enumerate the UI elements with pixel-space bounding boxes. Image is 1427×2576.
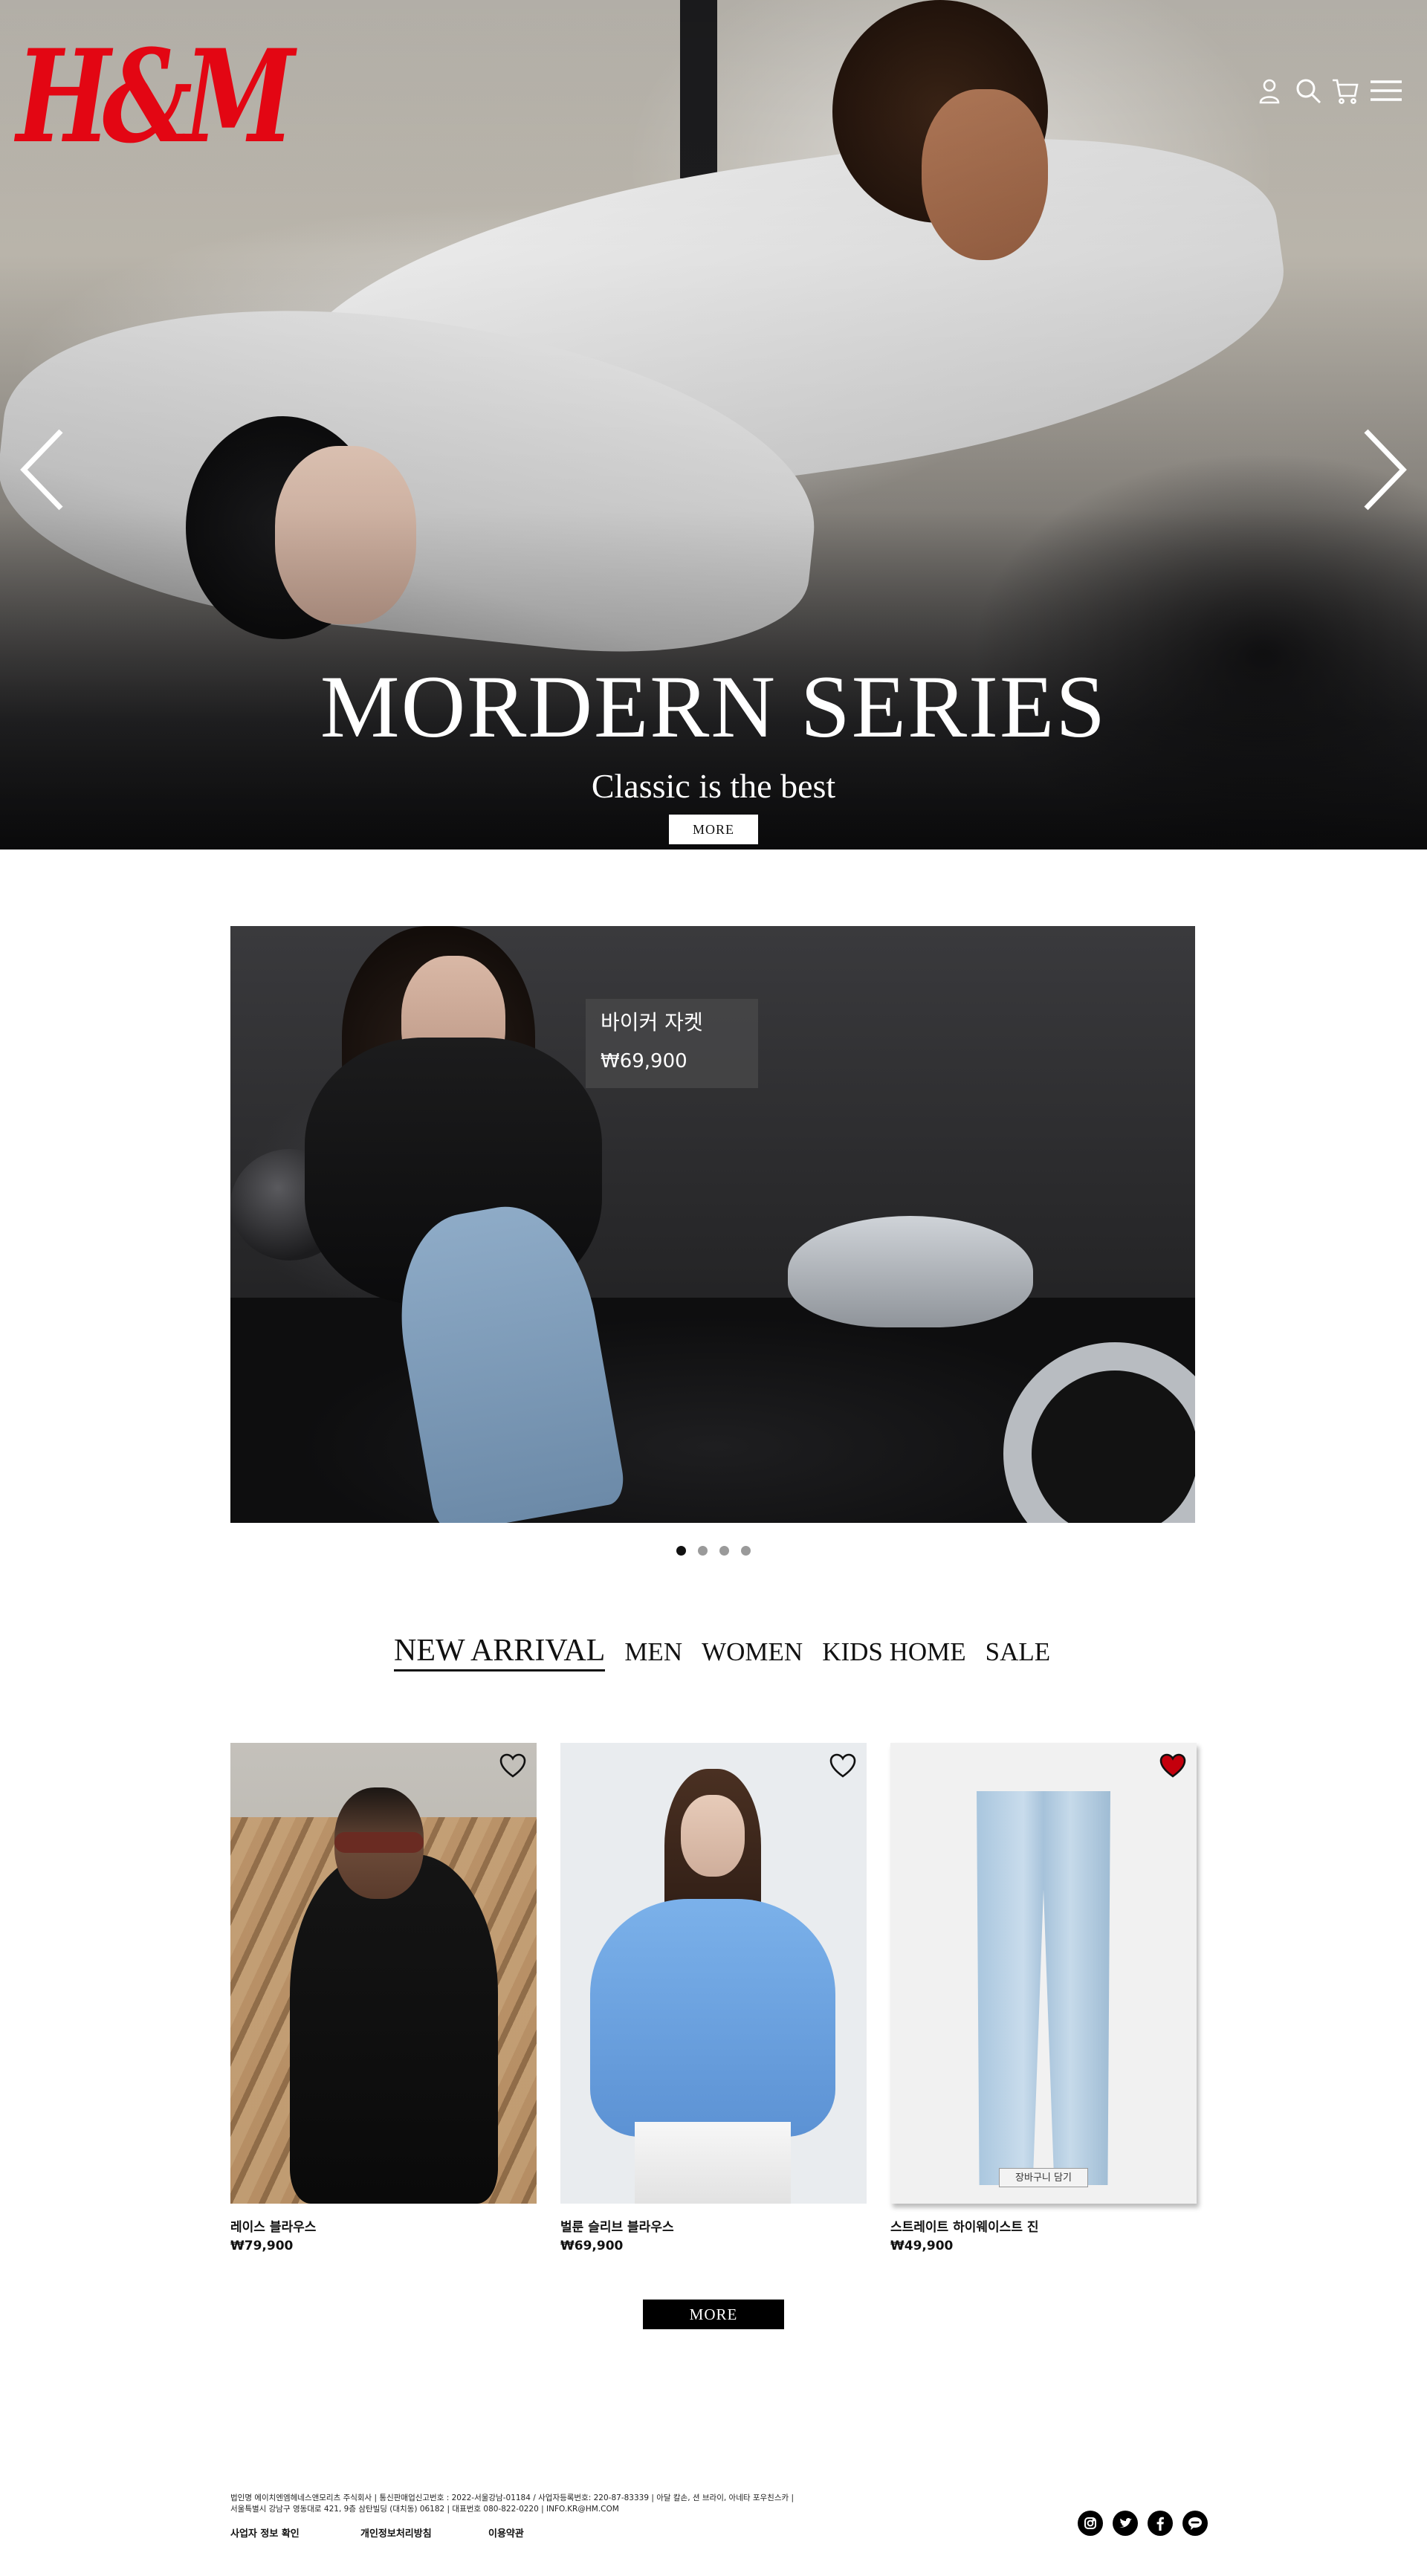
category-tabs: NEW ARRIVAL MEN WOMEN KIDS HOME SALE	[394, 1634, 1050, 1672]
footer-link-terms[interactable]: 이용약관	[488, 2525, 524, 2540]
search-icon[interactable]	[1293, 76, 1323, 106]
tab-men[interactable]: MEN	[624, 1635, 682, 1669]
carousel-dot-3[interactable]	[719, 1546, 729, 1556]
carousel-dot-2[interactable]	[698, 1546, 708, 1556]
featured-product-name: 바이커 자켓	[601, 1010, 703, 1035]
add-to-cart-button[interactable]: 장바구니 담기	[999, 2168, 1088, 2187]
product-image-model-face	[681, 1795, 745, 1877]
menu-icon[interactable]	[1369, 76, 1403, 106]
heart-filled-icon[interactable]	[1159, 1753, 1186, 1779]
product-card-2[interactable]	[560, 1743, 867, 2204]
featured-product-banner[interactable]: 바이커 자켓 ₩69,900	[230, 926, 1195, 1523]
carousel-dots	[676, 1546, 751, 1556]
footer-link-privacy[interactable]: 개인정보처리방침	[360, 2525, 432, 2540]
twitter-icon[interactable]	[1113, 2511, 1138, 2536]
more-products-button[interactable]: MORE	[643, 2300, 784, 2329]
carousel-dot-4[interactable]	[741, 1546, 751, 1556]
product-name[interactable]: 벌룬 슬리브 블라우스	[560, 2216, 674, 2235]
product-image-blouse	[590, 1899, 835, 2137]
tab-kids-home[interactable]: KIDS HOME	[822, 1635, 965, 1669]
product-image-model-body	[290, 1854, 498, 2204]
product-image-jeans	[977, 1791, 1110, 2185]
product-image-sunglasses	[334, 1832, 424, 1853]
footer-info-line-1: 법인명 에이치엔엠헤네스앤모리츠 주식회사 | 통신판매업신고번호 : 2022…	[230, 2494, 795, 2502]
heart-icon[interactable]	[829, 1753, 856, 1779]
hero-more-button[interactable]: MORE	[669, 815, 758, 844]
chevron-right-icon[interactable]	[1359, 425, 1411, 514]
facebook-icon[interactable]	[1148, 2511, 1173, 2536]
product-image-skirt	[635, 2122, 791, 2204]
hero-title: MORDERN SERIES	[320, 657, 1107, 756]
footer-link-business-info[interactable]: 사업자 정보 확인	[230, 2525, 300, 2540]
footer-company-info: 법인명 에이치엔엠헤네스앤모리츠 주식회사 | 통신판매업신고번호 : 2022…	[230, 2493, 899, 2515]
product-name[interactable]: 레이스 블라우스	[230, 2216, 316, 2235]
instagram-icon[interactable]	[1078, 2511, 1103, 2536]
tab-women[interactable]: WOMEN	[702, 1635, 803, 1669]
product-card-1[interactable]	[230, 1743, 537, 2204]
featured-image-tank	[788, 1216, 1033, 1327]
product-card-3[interactable]: 장바구니 담기	[890, 1743, 1197, 2204]
brand-logo[interactable]: H&M	[16, 22, 295, 171]
product-name[interactable]: 스트레이트 하이웨이스트 진	[890, 2216, 1039, 2235]
carousel-dot-1[interactable]	[676, 1546, 686, 1556]
tab-sale[interactable]: SALE	[986, 1635, 1051, 1669]
hero-subtitle: Classic is the best	[591, 767, 836, 805]
footer-info-line-2: 서울특별시 강남구 영동대로 421, 9층 삼탄빌딩 (대치동) 06182 …	[230, 2505, 619, 2514]
product-price: ₩79,900	[230, 2239, 294, 2253]
product-price: ₩69,900	[560, 2239, 624, 2253]
cart-icon[interactable]	[1330, 76, 1360, 106]
chat-icon[interactable]	[1182, 2511, 1208, 2536]
user-icon[interactable]	[1255, 76, 1284, 106]
product-price: ₩49,900	[890, 2239, 954, 2253]
heart-icon[interactable]	[499, 1753, 526, 1779]
featured-product-price: ₩69,900	[601, 1050, 687, 1072]
chevron-left-icon[interactable]	[16, 425, 68, 514]
tab-new-arrival[interactable]: NEW ARRIVAL	[394, 1634, 606, 1672]
